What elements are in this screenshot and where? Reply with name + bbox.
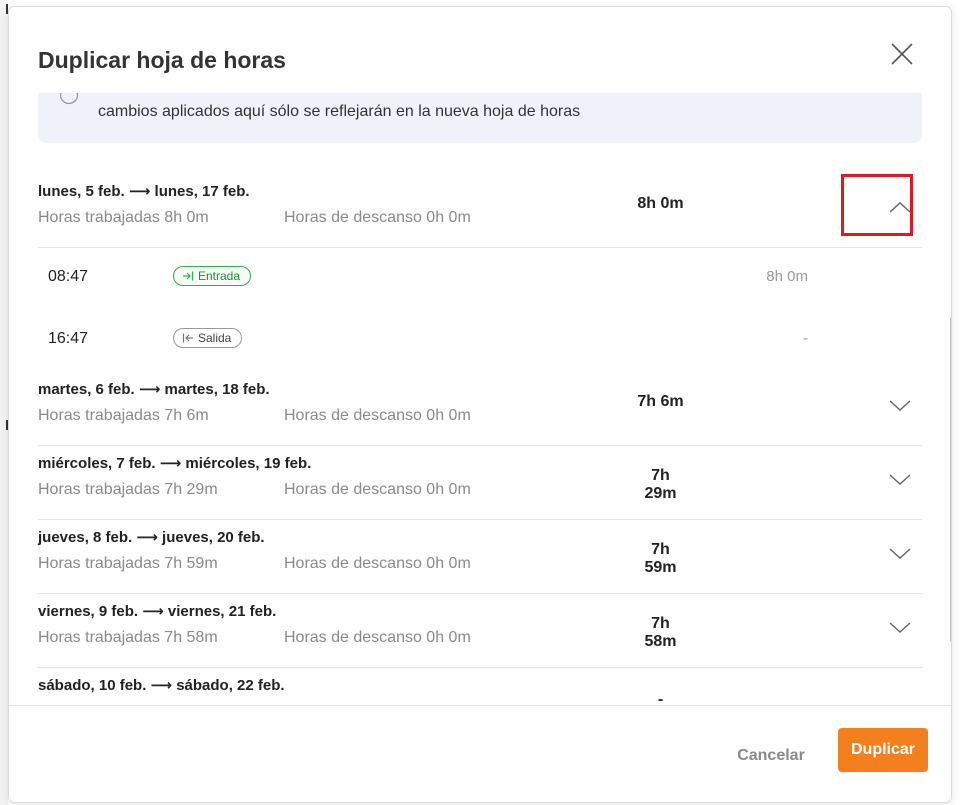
arrow-in-icon [183, 271, 194, 281]
day-date-range: miércoles, 7 feb. ⟶ miércoles, 19 feb. [38, 455, 312, 472]
day-date-range: jueves, 8 feb. ⟶ jueves, 20 feb. [38, 529, 265, 546]
expand-day-button[interactable] [888, 393, 912, 417]
worked-hours: Horas trabajadas 7h 58m [38, 629, 218, 646]
duplicate-button[interactable]: Duplicar [838, 728, 928, 772]
day-total: 8h 0m [637, 195, 684, 212]
modal-footer: Cancelar Duplicar [9, 705, 951, 802]
day-row: viernes, 9 feb. ⟶ viernes, 21 feb. Horas… [38, 593, 922, 668]
worked-hours: Horas trabajadas 7h 6m [38, 407, 209, 424]
time-entry: 08:47 Entrada 8h 0m [38, 258, 922, 298]
break-hours: Horas de descanso 0h 0m [284, 481, 471, 498]
entry-duration: 8h 0m [766, 268, 808, 285]
expand-day-button[interactable] [888, 467, 912, 491]
info-text: cambios aplicados aquí sólo se reflejará… [98, 103, 581, 120]
day-row: jueves, 8 feb. ⟶ jueves, 20 feb. Horas t… [38, 519, 922, 594]
close-button[interactable] [889, 41, 915, 67]
close-icon [891, 43, 913, 65]
entry-type-badge: Salida [173, 328, 243, 348]
day-total: 7h 6m [637, 393, 684, 410]
day-total: - [657, 691, 664, 705]
break-hours: Horas de descanso 0h 0m [284, 629, 471, 646]
entry-type-badge: Entrada [173, 266, 252, 286]
expand-day-button[interactable] [888, 615, 912, 639]
day-row: martes, 6 feb. ⟶ martes, 18 feb. Horas t… [38, 371, 922, 446]
day-date-range: martes, 6 feb. ⟶ martes, 18 feb. [38, 381, 270, 398]
worked-hours: Horas trabajadas 7h 29m [38, 481, 218, 498]
background-edge [0, 0, 8, 805]
worked-hours: Horas trabajadas 8h 0m [38, 209, 209, 226]
days-scroll-area[interactable]: cambios aplicados aquí sólo se reflejará… [9, 93, 951, 705]
worked-hours: Horas trabajadas 7h 59m [38, 555, 218, 572]
duplicate-timesheet-modal: Duplicar hoja de horas cambios aplicados… [8, 6, 952, 803]
highlight-box [841, 174, 913, 236]
day-row: lunes, 5 feb. ⟶ lunes, 17 feb. Horas tra… [38, 173, 922, 248]
day-row: miércoles, 7 feb. ⟶ miércoles, 19 feb. H… [38, 445, 922, 520]
day-total: 7h 29m [644, 467, 677, 502]
chevron-down-icon [889, 622, 911, 633]
day-date-range: viernes, 9 feb. ⟶ viernes, 21 feb. [38, 603, 277, 620]
cancel-button[interactable]: Cancelar [727, 738, 815, 774]
modal-title: Duplicar hoja de horas [38, 47, 286, 73]
entry-time: 08:47 [48, 268, 89, 285]
break-hours: Horas de descanso 0h 0m [284, 209, 471, 226]
break-hours: Horas de descanso 0h 0m [284, 555, 471, 572]
chevron-down-icon [889, 400, 911, 411]
chevron-down-icon [889, 474, 911, 485]
day-total: 7h 58m [644, 615, 677, 650]
badge-label: Salida [198, 331, 232, 345]
scrollbar[interactable] [950, 317, 951, 642]
day-row: sábado, 10 feb. ⟶ sábado, 22 feb. - [38, 667, 922, 705]
info-icon [59, 93, 79, 105]
chevron-down-icon [889, 548, 911, 559]
day-date-range: lunes, 5 feb. ⟶ lunes, 17 feb. [38, 183, 250, 200]
badge-label: Entrada [198, 269, 241, 283]
expand-day-button[interactable] [888, 541, 912, 565]
info-banner: cambios aplicados aquí sólo se reflejará… [38, 93, 922, 143]
arrow-out-icon [182, 333, 193, 343]
break-hours: Horas de descanso 0h 0m [284, 407, 471, 424]
entry-time: 16:47 [48, 330, 89, 347]
time-entry: 16:47 Salida - [38, 320, 922, 360]
entry-duration: - [803, 330, 808, 347]
day-total: 7h 59m [644, 541, 677, 576]
day-date-range: sábado, 10 feb. ⟶ sábado, 22 feb. [38, 677, 285, 694]
